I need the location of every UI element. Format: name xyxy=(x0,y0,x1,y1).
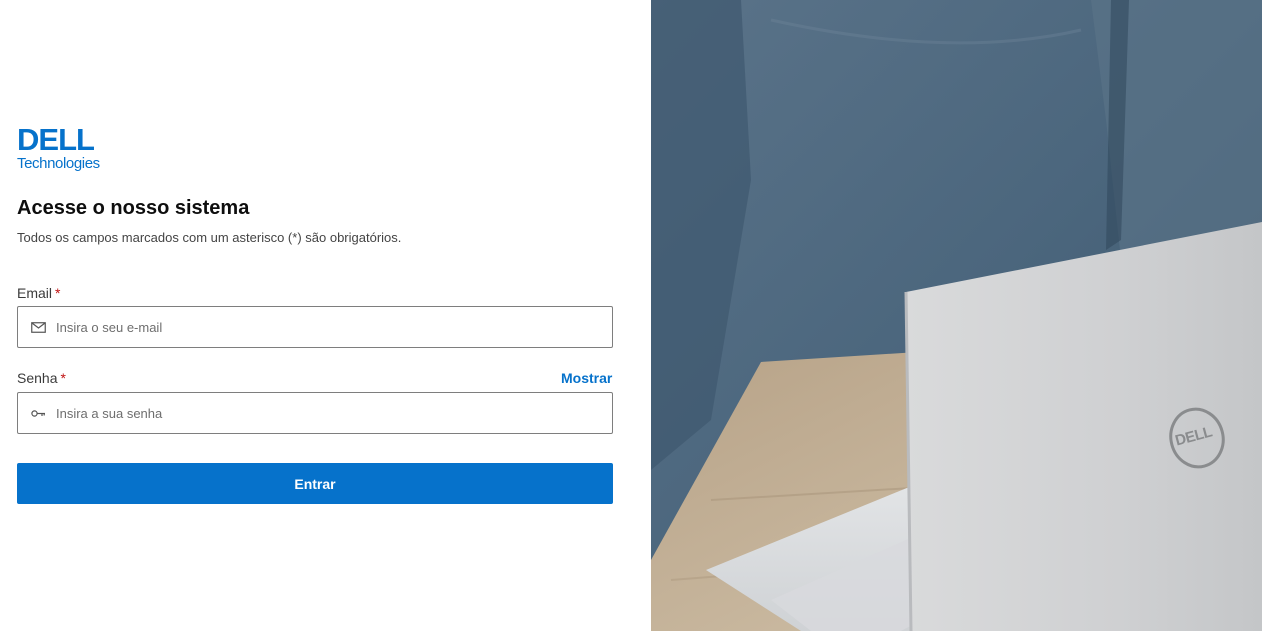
login-panel: DELL Technologies Acesse o nosso sistema… xyxy=(0,0,651,631)
key-icon xyxy=(18,393,56,433)
email-label-text: Email xyxy=(17,285,53,301)
password-field-wrapper xyxy=(17,392,613,434)
password-label-text: Senha xyxy=(17,370,58,386)
email-field[interactable] xyxy=(56,307,612,347)
required-fields-note: Todos os campos marcados com um asterisc… xyxy=(17,230,402,245)
email-field-wrapper xyxy=(17,306,613,348)
sign-in-button[interactable]: Entrar xyxy=(17,463,613,504)
hero-image: DELL xyxy=(651,0,1262,631)
page-title: Acesse o nosso sistema xyxy=(17,197,250,219)
password-field[interactable] xyxy=(56,393,612,433)
laptop-desk-photo xyxy=(651,0,1262,631)
password-label: Senha * xyxy=(17,370,66,386)
dell-technologies-logo: DELL Technologies xyxy=(17,122,117,175)
email-label: Email * xyxy=(17,285,60,301)
required-asterisk: * xyxy=(60,370,66,386)
login-page: DELL Technologies Acesse o nosso sistema… xyxy=(0,0,1262,631)
required-asterisk: * xyxy=(55,285,61,301)
logo-subtitle: Technologies xyxy=(17,155,100,172)
envelope-icon xyxy=(18,307,56,347)
show-password-button[interactable]: Mostrar xyxy=(561,370,612,386)
logo-wordmark: DELL xyxy=(17,122,95,157)
